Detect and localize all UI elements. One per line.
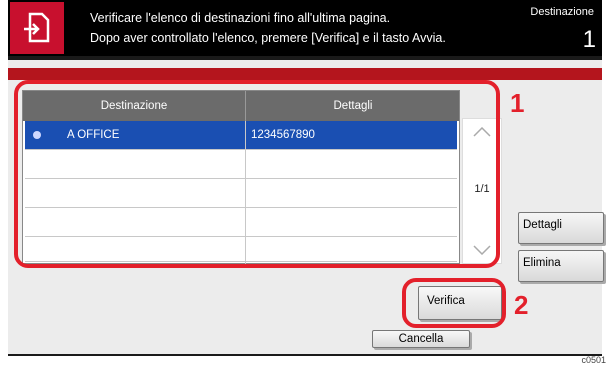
- figure-code: c0501: [581, 355, 606, 365]
- send-job-icon: [10, 2, 64, 54]
- callout-number-2: 2: [514, 290, 529, 320]
- destination-count: 1: [582, 26, 596, 53]
- header-message: Verificare l'elenco di destinazioni fino…: [90, 8, 446, 48]
- red-divider: [8, 68, 602, 80]
- delete-button[interactable]: Elimina: [518, 250, 604, 282]
- callout-frame-2: [402, 278, 506, 328]
- callout-number-1: 1: [510, 88, 525, 118]
- details-button[interactable]: Dettagli: [518, 212, 604, 244]
- header-message-line1: Verificare l'elenco di destinazioni fino…: [90, 11, 391, 25]
- cancel-button[interactable]: Cancella: [372, 330, 470, 348]
- header-bar: Verificare l'elenco di destinazioni fino…: [8, 0, 602, 56]
- header-message-line2: Dopo aver controllato l'elenco, premere …: [90, 31, 446, 45]
- destination-label: Destinazione: [530, 6, 594, 18]
- callout-frame-1: [14, 80, 500, 268]
